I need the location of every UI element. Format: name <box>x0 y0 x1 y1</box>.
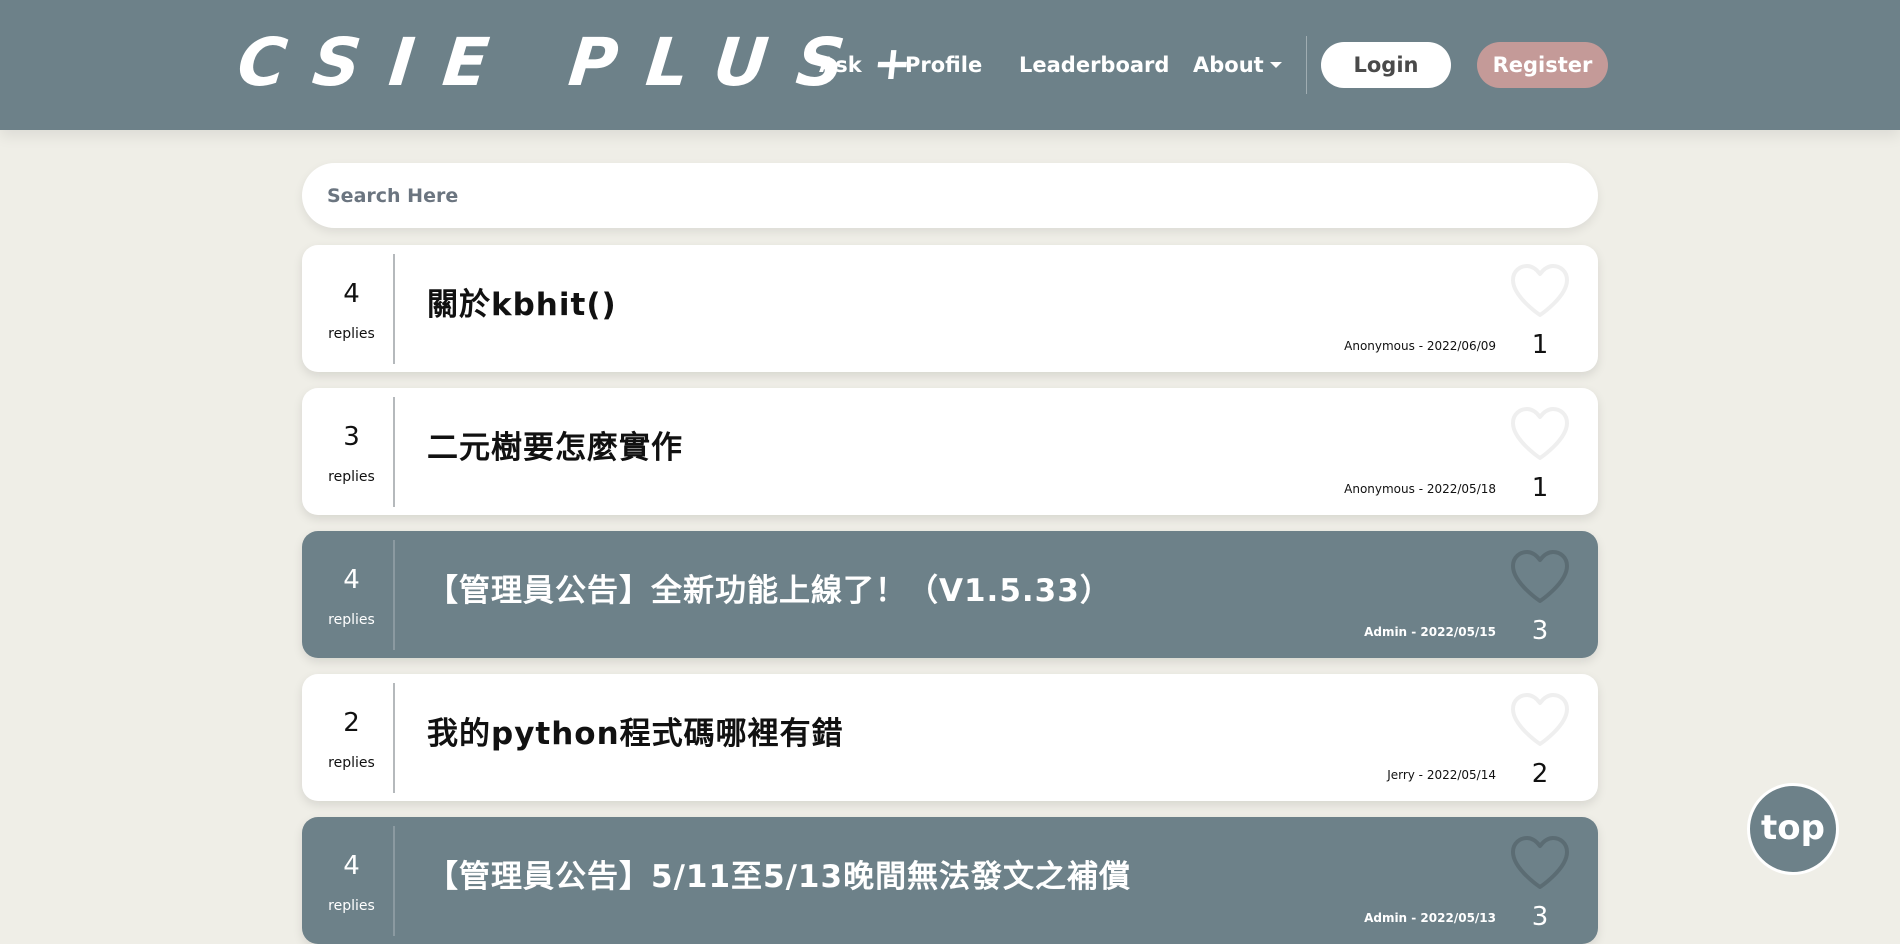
caret-down-icon <box>1269 62 1282 68</box>
heart-outline-icon[interactable] <box>1509 692 1571 748</box>
post-title[interactable]: 【管理員公告】全新功能上線了！（V1.5.33） <box>427 571 1112 611</box>
nav-leaderboard[interactable]: Leaderboard <box>1019 50 1169 80</box>
logo-text: CSIE PLUS <box>234 24 878 101</box>
like-count: 3 <box>1531 902 1549 932</box>
admin-post-card[interactable]: 4 replies 【管理員公告】5/11至5/13晚間無法發文之補償 Admi… <box>302 817 1598 944</box>
post-divider <box>393 397 395 507</box>
post-author-date: Anonymous - 2022/05/18 <box>1344 482 1496 496</box>
replies-label: replies <box>328 612 375 628</box>
replies-count: 2 <box>343 708 360 738</box>
search-input[interactable] <box>302 163 1598 228</box>
post-author-date: Admin - 2022/05/15 <box>1364 625 1496 639</box>
login-button[interactable]: Login <box>1321 42 1451 88</box>
post-title[interactable]: 我的python程式碼哪裡有錯 <box>427 714 844 754</box>
nav-about-label: About <box>1193 53 1264 77</box>
heart-outline-icon[interactable] <box>1509 835 1571 891</box>
scroll-to-top-button[interactable]: top <box>1747 783 1839 875</box>
like-count: 1 <box>1531 330 1549 360</box>
site-logo[interactable]: CSIE PLUS+ <box>234 22 916 104</box>
heart-outline-icon[interactable] <box>1509 549 1571 605</box>
like-count: 1 <box>1531 473 1549 503</box>
post-card[interactable]: 4 replies 關於kbhit() Anonymous - 2022/06/… <box>302 245 1598 372</box>
like-count: 3 <box>1531 616 1549 646</box>
replies-count: 4 <box>343 565 360 595</box>
heart-outline-icon[interactable] <box>1509 406 1571 462</box>
post-divider <box>393 826 395 936</box>
post-title[interactable]: 【管理員公告】5/11至5/13晚間無法發文之補償 <box>427 857 1131 897</box>
nav-ask[interactable]: Ask <box>819 50 862 80</box>
replies-label: replies <box>328 469 375 485</box>
heart-outline-icon[interactable] <box>1509 263 1571 319</box>
post-divider <box>393 254 395 364</box>
admin-post-card[interactable]: 4 replies 【管理員公告】全新功能上線了！（V1.5.33） Admin… <box>302 531 1598 658</box>
replies-label: replies <box>328 898 375 914</box>
like-count: 2 <box>1531 759 1549 789</box>
site-header: CSIE PLUS+ Ask Profile Leaderboard About… <box>0 0 1900 130</box>
replies-count: 4 <box>343 279 360 309</box>
post-divider <box>393 683 395 793</box>
post-author-date: Anonymous - 2022/06/09 <box>1344 339 1496 353</box>
nav-about-dropdown[interactable]: About <box>1193 50 1282 80</box>
post-author-date: Jerry - 2022/05/14 <box>1387 768 1496 782</box>
nav-profile[interactable]: Profile <box>905 50 982 80</box>
replies-label: replies <box>328 755 375 771</box>
post-card[interactable]: 2 replies 我的python程式碼哪裡有錯 Jerry - 2022/0… <box>302 674 1598 801</box>
register-button[interactable]: Register <box>1477 42 1608 88</box>
post-divider <box>393 540 395 650</box>
post-card[interactable]: 3 replies 二元樹要怎麼實作 Anonymous - 2022/05/1… <box>302 388 1598 515</box>
replies-count: 3 <box>343 422 360 452</box>
replies-count: 4 <box>343 851 360 881</box>
replies-label: replies <box>328 326 375 342</box>
nav-divider <box>1306 36 1307 94</box>
post-title[interactable]: 二元樹要怎麼實作 <box>427 428 683 468</box>
post-title[interactable]: 關於kbhit() <box>427 285 617 325</box>
post-author-date: Admin - 2022/05/13 <box>1364 911 1496 925</box>
